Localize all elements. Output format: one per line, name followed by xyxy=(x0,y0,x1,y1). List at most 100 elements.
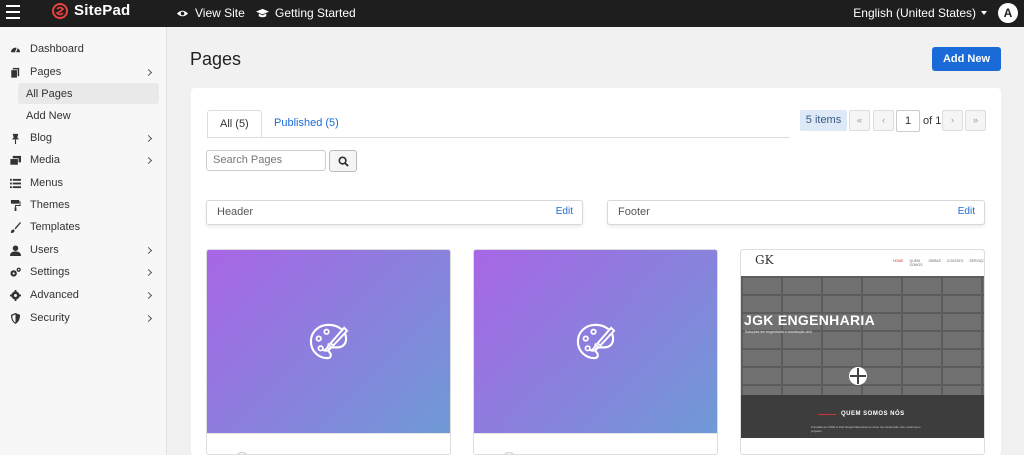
sidebar-item-pages[interactable]: Pages xyxy=(0,61,166,83)
palette-icon xyxy=(309,323,349,360)
sidebar-item-advanced[interactable]: Advanced xyxy=(0,284,166,306)
brush-icon xyxy=(10,221,21,233)
hamburger-menu-icon[interactable] xyxy=(6,5,20,19)
sidebar-item-templates[interactable]: Templates xyxy=(0,216,166,238)
sidebar-item-label: Media xyxy=(30,154,60,166)
tab-divider xyxy=(207,137,790,138)
sidebar-item-label: Settings xyxy=(30,266,70,278)
page-title: Pages xyxy=(190,49,242,69)
page-card[interactable] xyxy=(473,249,718,455)
avatar[interactable]: A xyxy=(998,3,1018,23)
preview-nav-item: SERVIÇOS xyxy=(969,259,984,263)
tab-all[interactable]: All (5) xyxy=(207,110,262,138)
preview-section-text: Fundada em 2020 a JGK Engenharia atua no… xyxy=(811,425,921,433)
next-page-button[interactable]: › xyxy=(942,110,963,131)
add-new-button[interactable]: Add New xyxy=(932,47,1001,71)
header-edit-link[interactable]: Edit xyxy=(556,206,573,217)
sidebar-item-security[interactable]: Security xyxy=(0,307,166,329)
preview-header: GK HOME QUEM SOMOS OBRAS CONTATO SERVIÇO… xyxy=(741,250,984,276)
footer-block-title: Footer xyxy=(618,206,650,218)
sidebar-item-label: Security xyxy=(30,312,70,324)
gear-icon xyxy=(10,289,21,301)
footer-block[interactable]: Footer Edit xyxy=(607,200,985,225)
header-block-title: Header xyxy=(217,206,254,218)
sidebar: Dashboard Pages All Pages Add New Blog M… xyxy=(0,27,167,455)
preview-nav-item: CONTATO xyxy=(946,259,964,263)
view-site-label: View Site xyxy=(195,6,245,20)
sidebar-item-users[interactable]: Users xyxy=(0,239,166,261)
last-page-button[interactable]: » xyxy=(965,110,986,131)
sidebar-subitem-add-new[interactable]: Add New xyxy=(18,105,159,126)
compass-icon xyxy=(849,367,867,385)
card-divider xyxy=(207,433,450,434)
sidebar-item-blog[interactable]: Blog xyxy=(0,127,166,149)
sidebar-item-media[interactable]: Media xyxy=(0,149,166,171)
preview-subheadline: Soluções em engenharia e construção civi… xyxy=(745,330,812,334)
list-icon xyxy=(10,178,21,189)
sidebar-item-label: Dashboard xyxy=(30,43,84,55)
language-selector[interactable]: English (United States) xyxy=(853,6,987,20)
sidebar-item-label: Advanced xyxy=(30,289,79,301)
brand-name: SitePad xyxy=(74,2,131,19)
preview-logo: GK xyxy=(755,253,774,267)
sidebar-item-dashboard[interactable]: Dashboard xyxy=(0,38,166,60)
page-thumbnail xyxy=(207,250,450,433)
sidebar-item-label: Blog xyxy=(30,132,53,144)
tab-published[interactable]: Published (5) xyxy=(262,110,351,138)
view-site-link[interactable]: View Site xyxy=(176,6,245,20)
items-count-badge: 5 items xyxy=(800,110,847,131)
sidebar-item-label: Pages xyxy=(30,66,62,78)
preview-accent-line xyxy=(818,414,836,415)
preview-nav-item: HOME xyxy=(893,259,904,263)
sidebar-item-label: Menus xyxy=(30,177,64,189)
chevron-right-icon xyxy=(144,134,153,142)
palette-icon xyxy=(576,323,616,360)
media-icon xyxy=(10,155,21,166)
brand[interactable]: SitePad xyxy=(52,2,130,19)
card-divider xyxy=(474,433,717,434)
dashboard-icon xyxy=(10,44,21,55)
top-bar: SitePad View Site Getting Started Englis… xyxy=(0,0,1024,27)
eye-icon xyxy=(176,10,189,16)
sidebar-item-label: Users xyxy=(30,244,59,256)
user-icon xyxy=(10,244,21,256)
chevron-right-icon xyxy=(144,291,153,299)
brick-overlay xyxy=(741,276,984,408)
prev-page-button[interactable]: ‹ xyxy=(873,110,894,131)
current-page-input[interactable]: 1 xyxy=(896,110,920,132)
sidebar-item-themes[interactable]: Themes xyxy=(0,194,166,216)
chevron-right-icon xyxy=(144,314,153,322)
header-block[interactable]: Header Edit xyxy=(206,200,583,225)
page-total-label: of 1 xyxy=(923,115,942,127)
shield-icon xyxy=(10,312,21,324)
page-thumbnail xyxy=(474,250,717,433)
sidebar-item-label: Templates xyxy=(30,221,81,233)
cogs-icon xyxy=(10,267,21,278)
preview-nav: HOME QUEM SOMOS OBRAS CONTATO SERVIÇOS xyxy=(893,259,984,267)
search-icon xyxy=(338,156,349,167)
paint-roller-icon xyxy=(10,199,21,211)
sidebar-item-label: Themes xyxy=(30,199,70,211)
preview-headline: JGK ENGENHARIA xyxy=(744,312,875,328)
pin-icon xyxy=(10,133,21,144)
site-preview-thumbnail: GK HOME QUEM SOMOS OBRAS CONTATO SERVIÇO… xyxy=(741,250,984,438)
chevron-right-icon xyxy=(144,246,153,254)
sidebar-subitem-all-pages[interactable]: All Pages xyxy=(18,83,159,104)
chevron-right-icon xyxy=(144,68,153,76)
getting-started-link[interactable]: Getting Started xyxy=(256,6,356,20)
language-label: English (United States) xyxy=(853,6,976,20)
footer-edit-link[interactable]: Edit xyxy=(958,206,975,217)
preview-section-title: QUEM SOMOS NÓS xyxy=(841,411,905,417)
sidebar-item-menus[interactable]: Menus xyxy=(0,172,166,194)
page-card[interactable]: GK HOME QUEM SOMOS OBRAS CONTATO SERVIÇO… xyxy=(740,249,985,455)
page-card[interactable] xyxy=(206,249,451,455)
preview-nav-item: OBRAS xyxy=(928,259,941,263)
sidebar-item-settings[interactable]: Settings xyxy=(0,261,166,283)
first-page-button[interactable]: « xyxy=(849,110,870,131)
pages-icon xyxy=(10,67,21,78)
graduation-cap-icon xyxy=(256,8,269,17)
preview-nav-item: QUEM SOMOS xyxy=(909,259,923,267)
search-button[interactable] xyxy=(329,150,357,172)
chevron-right-icon xyxy=(144,268,153,276)
search-input[interactable]: Search Pages xyxy=(206,150,326,171)
